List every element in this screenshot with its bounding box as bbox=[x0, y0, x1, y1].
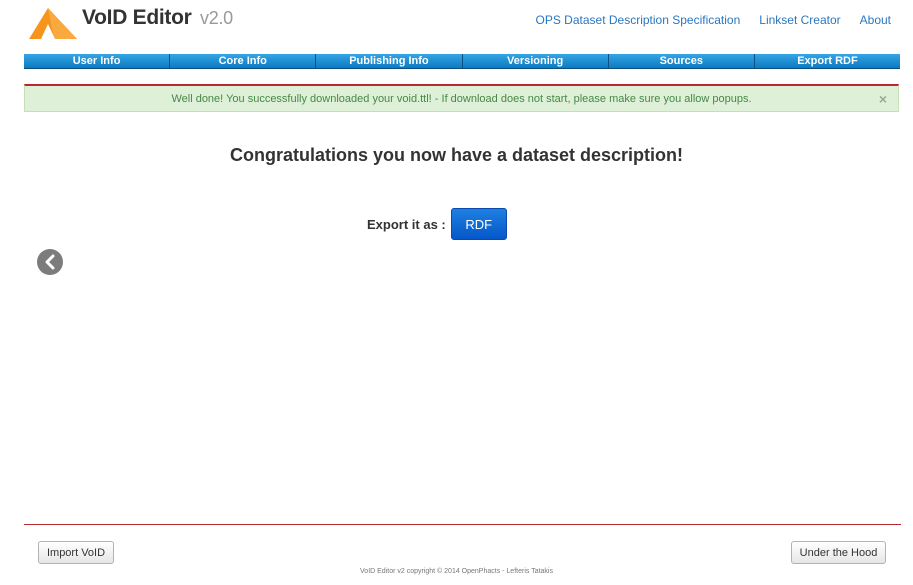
export-rdf-button[interactable]: RDF bbox=[450, 208, 507, 240]
tab-bar: User Info Core Info Publishing Info Vers… bbox=[24, 54, 901, 69]
close-icon[interactable]: × bbox=[879, 91, 887, 107]
alert-message: Well done! You successfully downloaded y… bbox=[171, 92, 752, 105]
footer-divider bbox=[24, 524, 901, 525]
about-link[interactable]: About bbox=[860, 13, 891, 27]
export-row: Export it as : RDF bbox=[367, 208, 507, 240]
previous-button[interactable] bbox=[37, 249, 63, 275]
app-title: VoID Editor v2.0 bbox=[82, 6, 233, 30]
tab-export-rdf[interactable]: Export RDF bbox=[754, 54, 901, 68]
tab-core-info[interactable]: Core Info bbox=[170, 54, 317, 68]
import-void-button[interactable]: Import VoID bbox=[38, 541, 114, 564]
tab-publishing-info[interactable]: Publishing Info bbox=[316, 54, 463, 68]
success-alert: Well done! You successfully downloaded y… bbox=[24, 84, 899, 112]
app-name: VoID Editor bbox=[82, 6, 192, 29]
logo-icon bbox=[29, 8, 77, 39]
tab-user-info[interactable]: User Info bbox=[24, 54, 171, 68]
ops-spec-link[interactable]: OPS Dataset Description Specification bbox=[536, 13, 741, 27]
tab-versioning[interactable]: Versioning bbox=[462, 54, 609, 68]
linkset-creator-link[interactable]: Linkset Creator bbox=[759, 13, 840, 27]
copyright-text: VoID Editor v2 copyright © 2014 OpenPhac… bbox=[360, 568, 553, 575]
header: VoID Editor v2.0 OPS Dataset Description… bbox=[0, 0, 913, 46]
app-version: v2.0 bbox=[200, 8, 233, 28]
under-the-hood-button[interactable]: Under the Hood bbox=[791, 541, 886, 564]
top-nav: OPS Dataset Description Specification Li… bbox=[536, 13, 892, 27]
export-label: Export it as : bbox=[367, 216, 446, 232]
congrats-heading: Congratulations you now have a dataset d… bbox=[229, 145, 684, 165]
chevron-left-icon bbox=[45, 254, 55, 270]
tab-sources[interactable]: Sources bbox=[608, 54, 755, 68]
